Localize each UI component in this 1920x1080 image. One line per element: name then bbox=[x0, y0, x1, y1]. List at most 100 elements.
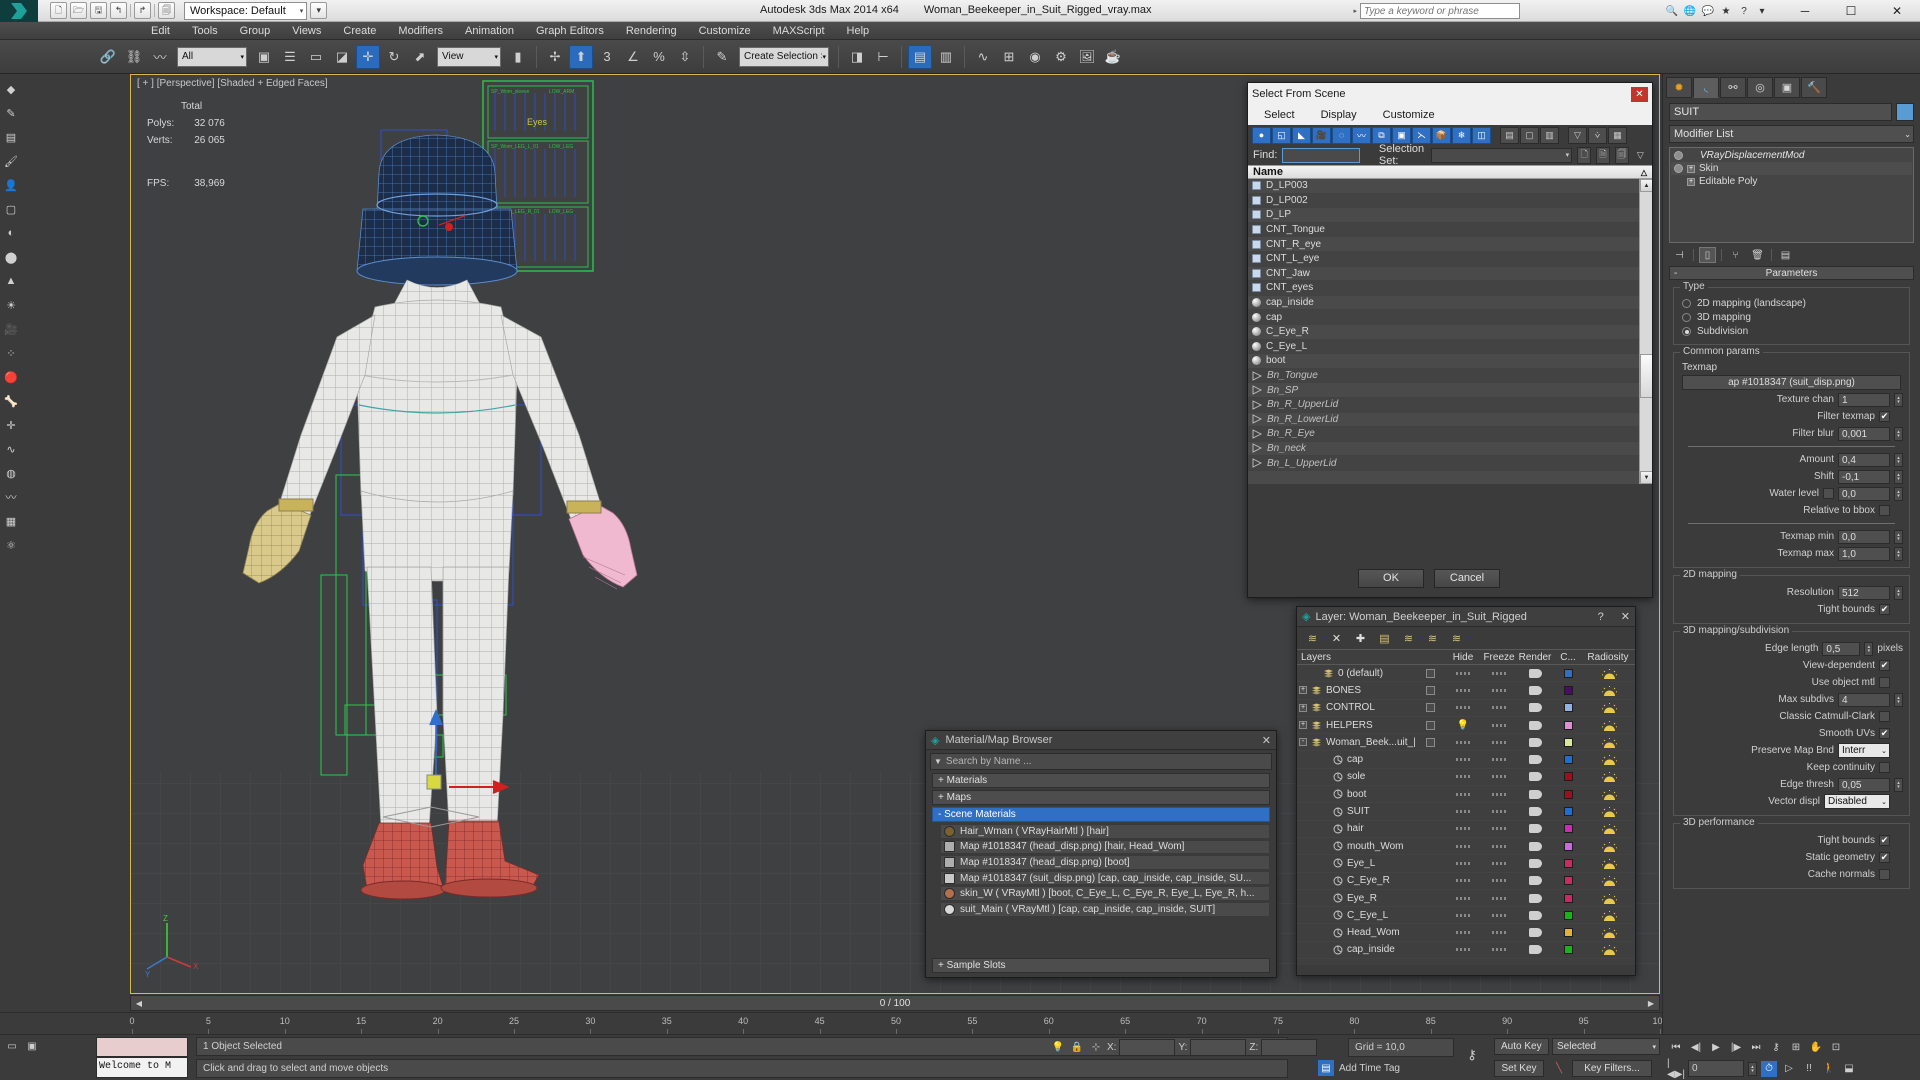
freeze-dashes-icon[interactable] bbox=[1492, 844, 1506, 848]
render-icon[interactable] bbox=[1528, 772, 1542, 782]
layer-row[interactable]: + HELPERS 💡 bbox=[1297, 717, 1635, 735]
layer-row[interactable]: cap_inside bbox=[1297, 942, 1635, 960]
display-frozen-icon[interactable]: ❄ bbox=[1452, 126, 1471, 144]
layer-row[interactable]: SUIT bbox=[1297, 803, 1635, 821]
maxscript-listener-output[interactable] bbox=[96, 1037, 188, 1057]
freeze-dashes-icon[interactable] bbox=[1492, 758, 1506, 762]
track-bar[interactable]: 0 5 10 15 20 25 30 35 40 45 50 55 60 65 70 75 80 85 90 95 10… bbox=[0, 1012, 1920, 1034]
parameters-rollout-header[interactable]: - Parameters bbox=[1669, 266, 1914, 280]
toggle-ribbon-icon[interactable]: ▥ bbox=[934, 45, 958, 69]
list-column-header[interactable]: Name △ bbox=[1248, 165, 1652, 179]
filter-advanced-icon[interactable]: ⩒ bbox=[1588, 126, 1607, 144]
filter-dropdown-icon[interactable]: ▼ bbox=[934, 757, 942, 766]
select-set-icon[interactable]: 🗎 bbox=[1596, 146, 1610, 164]
modifier-stack-row[interactable]: VRayDisplacementMod bbox=[1671, 149, 1912, 162]
hide-dashes-icon[interactable] bbox=[1456, 861, 1470, 865]
material-list-item[interactable]: Map #1018347 (head_disp.png) [hair, Head… bbox=[940, 839, 1270, 855]
texture-channel-row[interactable]: Texture chan 1 ▴ ▾ bbox=[1680, 392, 1903, 407]
add-time-tag-label[interactable]: Add Time Tag bbox=[1339, 1063, 1400, 1074]
radiosity-icon[interactable] bbox=[1601, 789, 1617, 800]
edge-length-spinner[interactable]: ▴ ▾ bbox=[1864, 641, 1874, 656]
edit-named-selection-sets-icon[interactable]: ✎ bbox=[710, 45, 734, 69]
keep-continuity-checkbox[interactable] bbox=[1879, 762, 1890, 773]
play-animation-icon[interactable]: ▶ bbox=[1708, 1039, 1724, 1055]
auto-key-button[interactable]: Auto Key bbox=[1494, 1038, 1549, 1055]
display-filter-toolbar[interactable]: ● ◱ ◣ 🎥 ◌ 〰 ⧉ ▣ ⋋ 📦 ❄ ◫ ▤ ▢ ▥ ▽ ⩒ ▦ bbox=[1248, 125, 1652, 145]
light-icon[interactable]: ☀ bbox=[2, 296, 20, 314]
column-settings-icon[interactable]: ▦ bbox=[1608, 126, 1627, 144]
pin-stack-icon[interactable]: ⊣ bbox=[1671, 247, 1688, 263]
current-frame-field[interactable]: 0 bbox=[1688, 1060, 1744, 1077]
radio-2d-mapping[interactable]: 2D mapping (landscape) bbox=[1682, 298, 1901, 309]
use-object-mtl-row[interactable]: Use object mtl bbox=[1680, 675, 1903, 690]
infocenter-icons[interactable]: 🔍 🌐 💬 ★ ? ▾ bbox=[1664, 3, 1770, 19]
layer-row[interactable]: 0 (default) bbox=[1297, 665, 1635, 683]
select-object-icon[interactable]: ▣ bbox=[252, 45, 276, 69]
radiosity-icon[interactable] bbox=[1601, 720, 1617, 731]
field-of-view-icon[interactable]: !! bbox=[1801, 1061, 1817, 1077]
layer-color-swatch[interactable] bbox=[1563, 737, 1573, 747]
close-icon[interactable]: ✕ bbox=[1631, 86, 1648, 102]
select-and-manipulate-icon[interactable]: ✢ bbox=[543, 45, 567, 69]
layer-color-swatch[interactable] bbox=[1563, 824, 1573, 834]
water-level-field[interactable]: 0,0 bbox=[1838, 486, 1890, 501]
layer-color-swatch[interactable] bbox=[1563, 910, 1573, 920]
edge-thresh-spinner[interactable]: ▴ ▾ bbox=[1894, 777, 1903, 792]
view-dependent-row[interactable]: View-dependent ✔ bbox=[1680, 658, 1903, 673]
dialog-menu-bar[interactable]: Select Display Customize bbox=[1248, 105, 1652, 125]
layer-toolbar[interactable]: ≋ ✕ ✚ ▤ ≋ ≋ ≋ bbox=[1297, 627, 1635, 649]
freeze-dashes-icon[interactable] bbox=[1492, 861, 1506, 865]
scroll-down-icon[interactable]: ▼ bbox=[1640, 471, 1652, 484]
render-setup-icon[interactable]: ⚙ bbox=[1049, 45, 1073, 69]
expand-icon[interactable]: + bbox=[1687, 164, 1695, 173]
cylinder-primitive-icon[interactable]: ⬤ bbox=[2, 248, 20, 266]
preserve-map-dropdown[interactable]: Interr ⌄ bbox=[1838, 743, 1890, 758]
scene-list-row[interactable]: Bn_R_LowerLid bbox=[1248, 413, 1652, 428]
layer-row[interactable]: C_Eye_R bbox=[1297, 873, 1635, 890]
hide-dashes-icon[interactable] bbox=[1456, 758, 1470, 762]
material-list-item[interactable]: suit_Main ( VRayMtl ) [cap, cap_inside, … bbox=[940, 901, 1270, 917]
next-frame-icon[interactable]: |▶ bbox=[1728, 1039, 1744, 1055]
layer-row[interactable]: C_Eye_L bbox=[1297, 907, 1635, 925]
add-to-layer-icon[interactable]: ✚ bbox=[1353, 631, 1368, 646]
layer-color-swatch[interactable] bbox=[1563, 928, 1573, 938]
menu-rendering[interactable]: Rendering bbox=[615, 22, 688, 40]
cache-normals-row[interactable]: Cache normals bbox=[1680, 867, 1903, 882]
freeze-dashes-icon[interactable] bbox=[1492, 723, 1506, 727]
maximize-button[interactable]: ☐ bbox=[1828, 0, 1874, 22]
favorites-star-icon[interactable]: ★ bbox=[1718, 3, 1734, 19]
radiosity-icon[interactable] bbox=[1601, 668, 1617, 679]
render-icon[interactable] bbox=[1528, 685, 1542, 695]
layer-list[interactable]: 0 (default) + BONES + CONTROL + HELPERS 💡 - Woman… bbox=[1297, 665, 1635, 965]
shift-row[interactable]: Shift -0,1 ▴ ▾ bbox=[1680, 469, 1903, 484]
menu-tools[interactable]: Tools bbox=[181, 22, 229, 40]
display-xrefs-icon[interactable]: ▣ bbox=[1392, 126, 1411, 144]
hide-dashes-icon[interactable] bbox=[1456, 896, 1470, 900]
relative-bbox-row[interactable]: Relative to bbox bbox=[1680, 503, 1903, 518]
scene-list-row[interactable]: CNT_R_eye bbox=[1248, 237, 1652, 252]
hide-dashes-icon[interactable] bbox=[1456, 706, 1470, 710]
isolate-selection-icon[interactable]: 💡 bbox=[1050, 1040, 1066, 1056]
layer-color-swatch[interactable] bbox=[1563, 685, 1573, 695]
set-project-folder-icon[interactable]: 🗐 bbox=[158, 2, 175, 19]
texmap-min-spinner[interactable]: ▴ ▾ bbox=[1894, 529, 1903, 544]
radio-icon[interactable] bbox=[1682, 299, 1691, 308]
layer-row[interactable]: + BONES bbox=[1297, 682, 1635, 700]
sphere-primitive-icon[interactable]: ◐ bbox=[2, 224, 20, 242]
group-materials[interactable]: + Materials bbox=[932, 773, 1270, 788]
hide-dashes-icon[interactable] bbox=[1456, 688, 1470, 692]
layer-properties-icon[interactable]: ≋ bbox=[1449, 631, 1464, 646]
render-icon[interactable] bbox=[1528, 824, 1542, 834]
menu-graph-editors[interactable]: Graph Editors bbox=[525, 22, 615, 40]
layer-toggle-checkbox[interactable] bbox=[1425, 668, 1435, 678]
helpers-icon[interactable]: ✛ bbox=[2, 416, 20, 434]
scene-list-row[interactable]: CNT_L_eye bbox=[1248, 251, 1652, 267]
layer-row[interactable]: + CONTROL bbox=[1297, 700, 1635, 717]
delete-layer-icon[interactable]: ✕ bbox=[1329, 631, 1344, 646]
material-list-item[interactable]: skin_W ( VRayMtl ) [boot, C_Eye_L, C_Eye… bbox=[940, 886, 1270, 901]
freeze-dashes-icon[interactable] bbox=[1492, 827, 1506, 831]
dialog-buttons[interactable]: OK Cancel bbox=[1358, 563, 1500, 593]
maxscript-listener[interactable]: Welcome to M bbox=[96, 1037, 188, 1079]
scene-materials-list[interactable]: Hair_Wman ( VRayHairMtl ) [hair] Map #101… bbox=[926, 824, 1276, 917]
layer-row[interactable]: mouth_Wom bbox=[1297, 838, 1635, 856]
